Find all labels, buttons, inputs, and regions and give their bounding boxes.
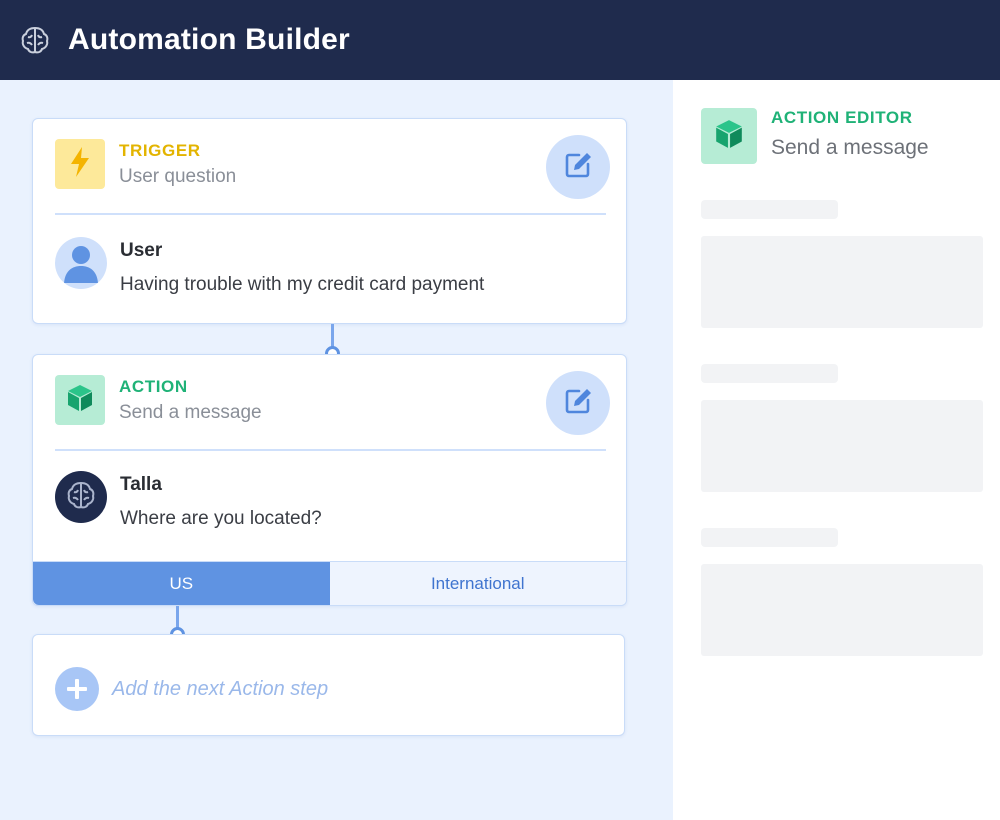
trigger-card[interactable]: TRIGGER User question User Having troubl… (32, 118, 627, 324)
app-title: Automation Builder (68, 23, 350, 56)
trigger-header: TRIGGER User question (55, 139, 236, 189)
action-type-label: ACTION (119, 376, 188, 396)
cube-icon (713, 118, 745, 155)
add-step-button[interactable]: Add the next Action step (55, 667, 328, 711)
placeholder-field[interactable] (701, 564, 983, 656)
editor-type-label: ACTION EDITOR (771, 108, 913, 127)
lightning-icon (69, 146, 91, 183)
message-sender: Talla (120, 474, 162, 495)
placeholder-field[interactable] (701, 400, 983, 492)
action-editor-panel: ACTION EDITOR Send a message (673, 80, 1000, 820)
flow-connector (176, 606, 179, 629)
trigger-edit-button[interactable] (546, 135, 610, 199)
talla-avatar (55, 471, 107, 523)
user-avatar (55, 237, 107, 289)
brain-icon (66, 480, 96, 515)
placeholder-label (701, 200, 838, 219)
placeholder-label (701, 364, 838, 383)
cube-icon (65, 383, 95, 418)
action-message: Talla Where are you located? (55, 471, 322, 530)
action-divider (55, 449, 606, 451)
add-step-card[interactable]: Add the next Action step (32, 634, 625, 736)
response-choices: US International (33, 561, 626, 605)
plus-icon (55, 667, 99, 711)
edit-icon (563, 150, 593, 185)
message-sender: User (120, 240, 163, 261)
editor-subtitle: Send a message (771, 136, 929, 159)
message-text: Having trouble with my credit card payme… (120, 274, 485, 295)
choice-us-button[interactable]: US (33, 562, 330, 605)
editor-header: ACTION EDITOR Send a message (701, 108, 929, 164)
choice-international-button[interactable]: International (329, 562, 626, 605)
app-header: Automation Builder (0, 0, 1000, 80)
trigger-subtitle: User question (119, 165, 237, 187)
action-badge (55, 375, 105, 425)
action-subtitle: Send a message (119, 401, 262, 423)
placeholder-label (701, 528, 838, 547)
placeholder-field[interactable] (701, 236, 983, 328)
trigger-message: User Having trouble with my credit card … (55, 237, 484, 296)
brain-icon (20, 25, 50, 55)
action-header: ACTION Send a message (55, 375, 262, 425)
edit-icon (563, 386, 593, 421)
trigger-divider (55, 213, 606, 215)
trigger-type-label: TRIGGER (119, 140, 201, 160)
add-step-label: Add the next Action step (112, 677, 329, 700)
action-edit-button[interactable] (546, 371, 610, 435)
message-text: Where are you located? (120, 508, 322, 529)
editor-badge (701, 108, 757, 164)
trigger-badge (55, 139, 105, 189)
action-card[interactable]: ACTION Send a message Talla Where are yo… (32, 354, 627, 606)
user-icon (55, 237, 107, 289)
